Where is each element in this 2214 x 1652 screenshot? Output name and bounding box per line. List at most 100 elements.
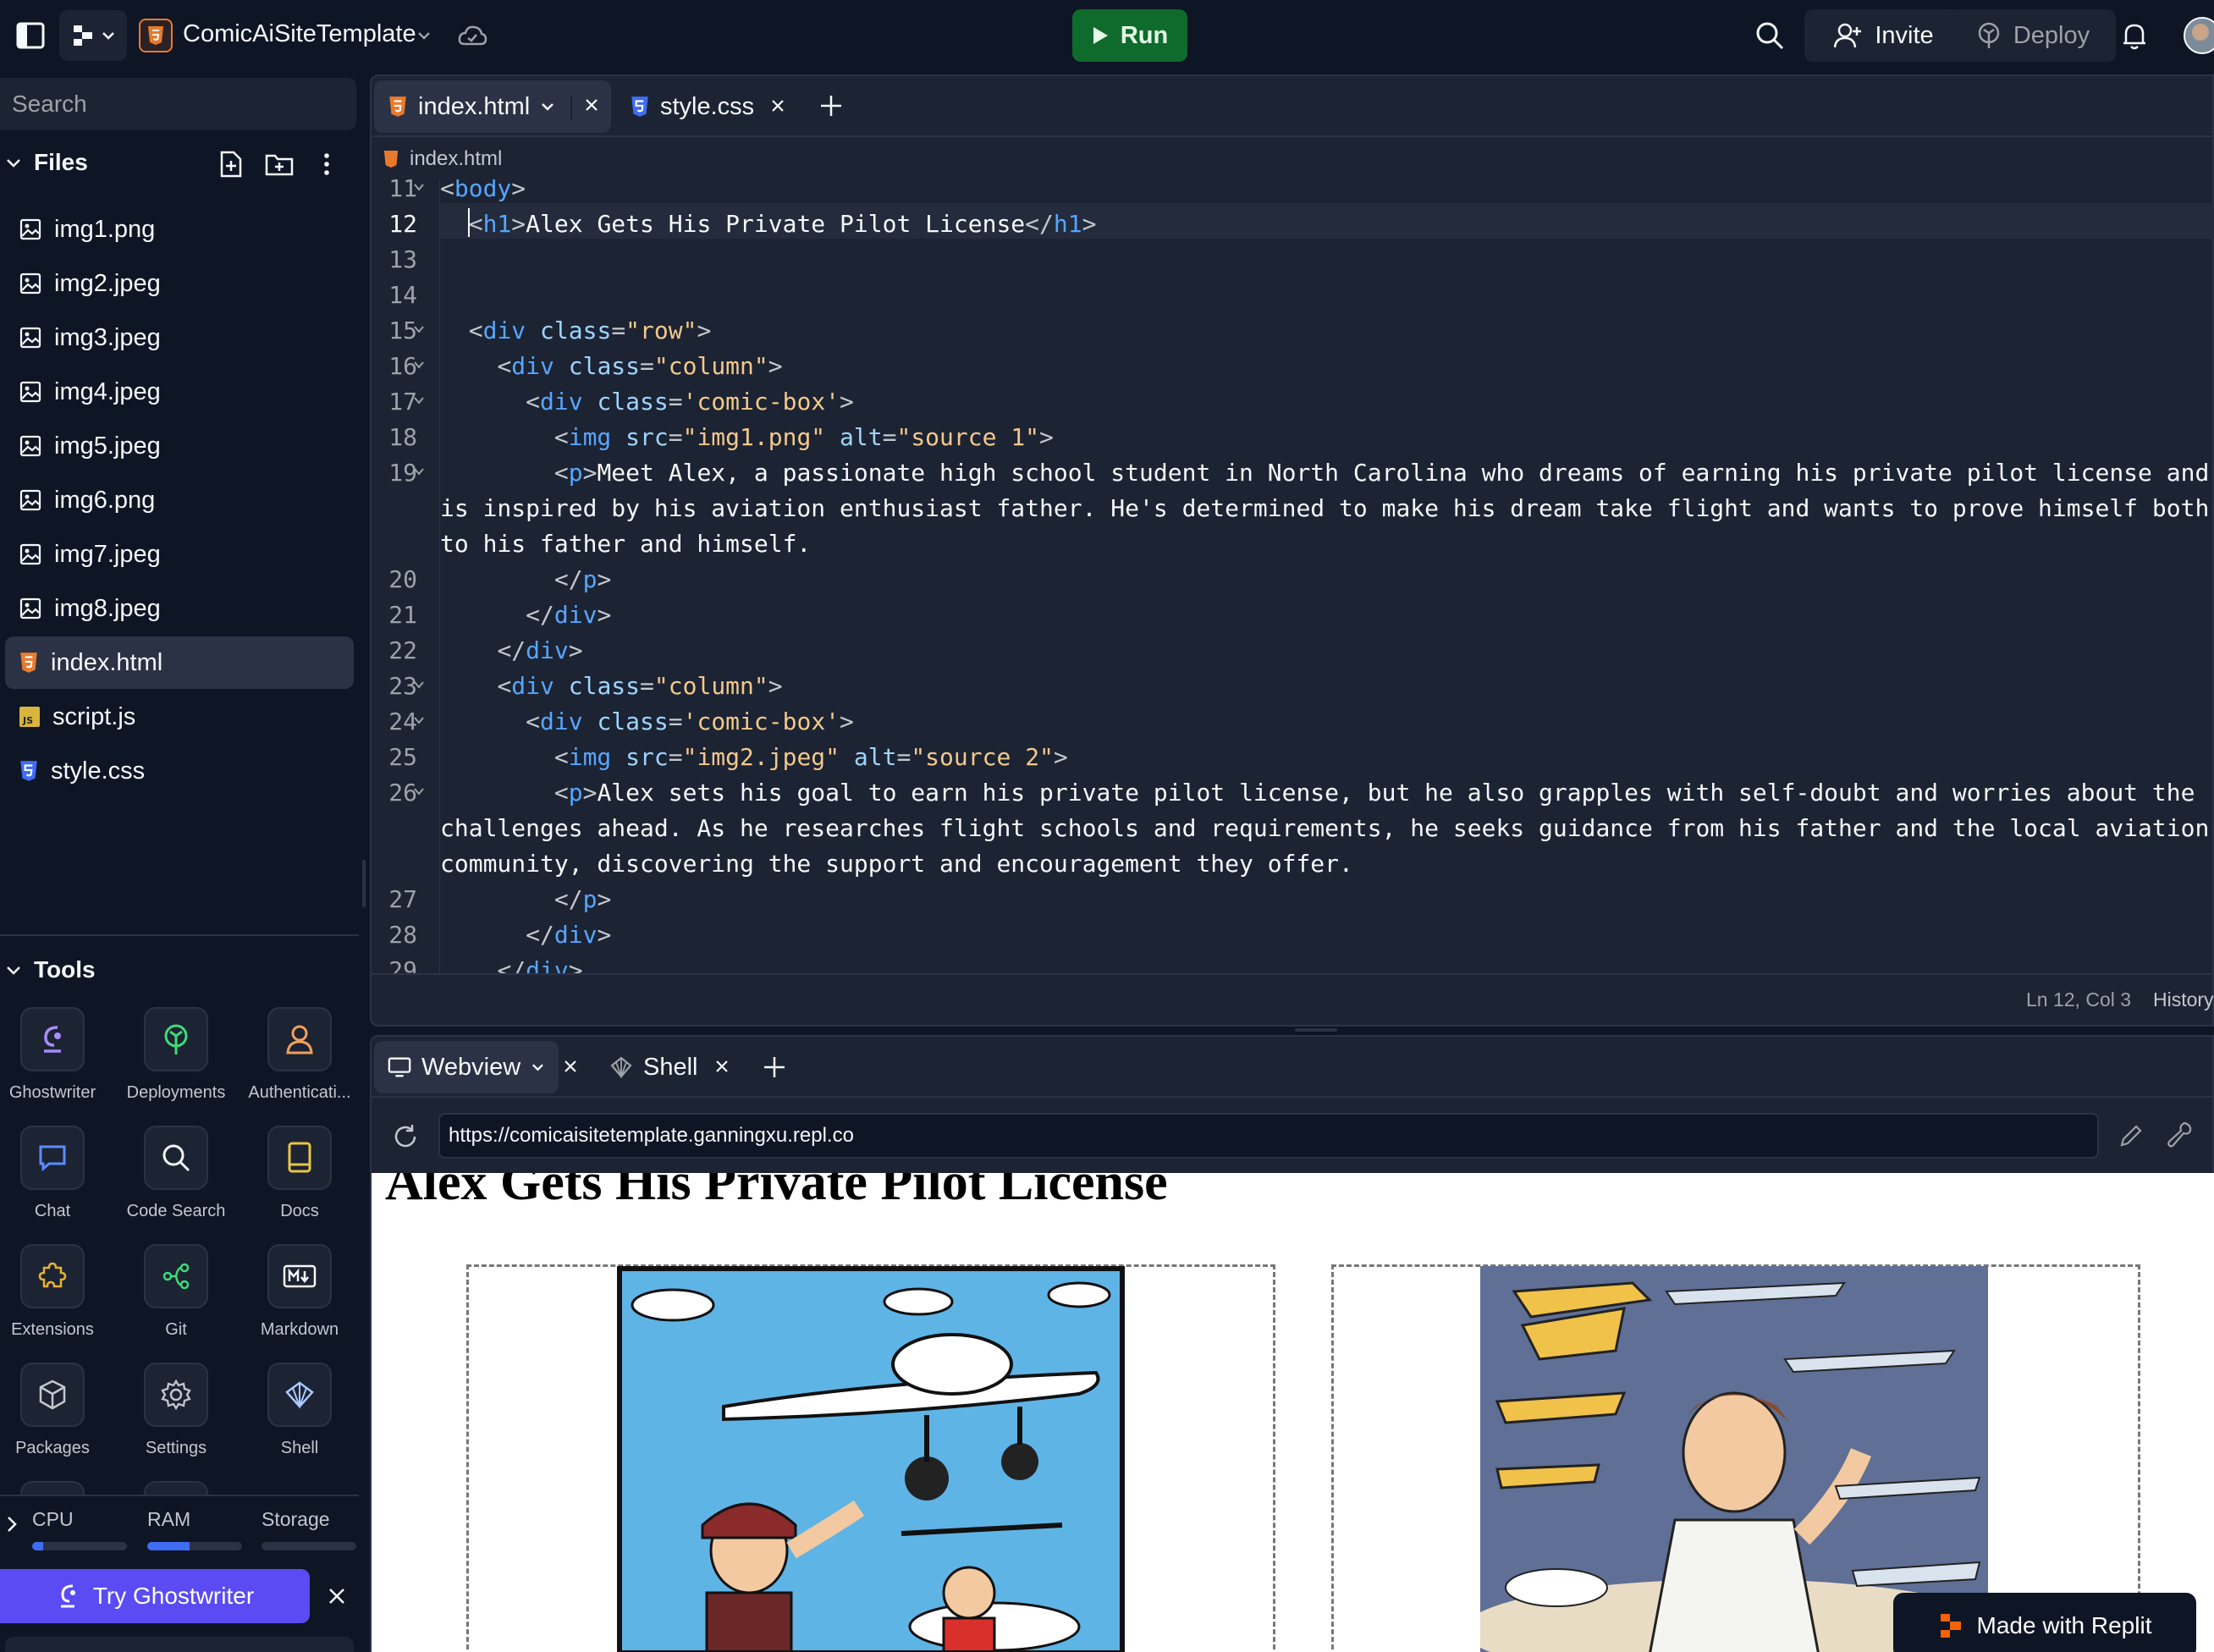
new-file-icon[interactable] (218, 151, 244, 178)
webview-page[interactable]: Alex Gets His Private Pilot License Made… (372, 1173, 2214, 1652)
storage-label: Storage (262, 1508, 330, 1530)
code-line: <div class="column"> (497, 672, 783, 700)
close-icon[interactable] (327, 1586, 347, 1606)
user-icon (267, 1007, 332, 1071)
tool-settings[interactable]: Settings (117, 1363, 235, 1458)
code-line: </p> (554, 565, 612, 593)
monitor-icon (388, 1057, 411, 1077)
tab-shell[interactable]: Shell (596, 1041, 712, 1093)
tool-git[interactable]: Git (117, 1244, 235, 1340)
file-item[interactable]: img4.jpeg (5, 366, 354, 418)
cloud-sync-icon[interactable] (457, 22, 487, 49)
tab-shell-close-icon[interactable] (713, 1057, 731, 1076)
file-item[interactable]: img5.jpeg (5, 420, 354, 472)
code-line: </p> (554, 885, 612, 913)
text-cursor (468, 208, 470, 237)
file-item[interactable]: img3.jpeg (5, 311, 354, 364)
tool-deployments[interactable]: Deployments (117, 1007, 235, 1103)
tool-shell[interactable]: Shell (240, 1363, 359, 1458)
tab-style-close-icon[interactable] (768, 96, 787, 115)
new-panel-tab-plus-icon[interactable] (762, 1055, 787, 1080)
tool-markdown[interactable]: Markdown (240, 1244, 359, 1340)
code-line: challenges ahead. As he researches fligh… (440, 814, 2210, 842)
history-button[interactable]: History (2153, 988, 2214, 1011)
search-input[interactable]: Search (0, 78, 356, 130)
bell-icon[interactable] (2121, 20, 2148, 51)
tool-authenticati[interactable]: Authenticati... (240, 1007, 359, 1103)
tool-chat[interactable]: Chat (0, 1126, 112, 1221)
fold-chevron-icon[interactable] (413, 465, 425, 477)
tool-ghostwriter[interactable]: Ghostwriter (0, 1007, 112, 1103)
new-folder-icon[interactable] (265, 152, 294, 176)
svg-text:JS: JS (22, 715, 33, 726)
image-file-icon (19, 597, 42, 620)
deploy-button[interactable]: Deploy (1950, 9, 2116, 62)
try-ghostwriter-button[interactable]: Try Ghostwriter (0, 1569, 310, 1623)
tools-section-header[interactable]: Tools (5, 956, 96, 983)
chevron-down-icon[interactable] (531, 1060, 545, 1075)
pane-resize-handle[interactable] (1295, 1028, 1337, 1032)
fold-chevron-icon[interactable] (413, 679, 425, 691)
file-name: index.html (51, 648, 163, 676)
file-name: script.js (52, 702, 136, 730)
tab-index-close-icon[interactable] (570, 96, 609, 121)
tab-webview-close-icon[interactable] (561, 1057, 580, 1076)
badge-label: Made with Replit (1976, 1612, 2152, 1638)
image-file-icon (19, 488, 42, 512)
tab-webview[interactable]: Webview (374, 1041, 559, 1093)
markdown-icon (267, 1244, 332, 1308)
more-options-icon[interactable] (322, 152, 331, 176)
file-item[interactable]: JS script.js (5, 691, 354, 743)
file-item[interactable]: img7.jpeg (5, 528, 354, 581)
cursor-position[interactable]: Ln 12, Col 3 (2026, 988, 2131, 1011)
run-button[interactable]: Run (1072, 9, 1187, 62)
fold-chevron-icon[interactable] (413, 181, 425, 193)
files-section-header[interactable]: Files (5, 149, 88, 176)
resources-toggle-icon[interactable] (5, 1515, 19, 1534)
tool-extensions[interactable]: Extensions (0, 1244, 112, 1340)
tool-label: Docs (280, 1202, 319, 1220)
tool-label: Markdown (260, 1320, 339, 1339)
file-item[interactable]: index.html (5, 636, 354, 689)
file-item[interactable]: img1.png (5, 203, 354, 256)
cpu-usage-bar (32, 1542, 127, 1550)
workspace-menu-button[interactable] (59, 10, 127, 61)
puzzle-icon (20, 1244, 85, 1308)
new-tab-plus-icon[interactable] (818, 93, 844, 118)
devtools-wrench-icon[interactable] (2167, 1121, 2194, 1149)
project-chevron-down-icon[interactable] (416, 28, 432, 43)
sidebar-resize-handle[interactable] (362, 860, 366, 907)
code-area[interactable]: 11 <body> 12 <h1>Alex Gets His Private Pil… (372, 179, 2214, 973)
code-line: <div class='comic-box'> (526, 708, 854, 735)
fold-chevron-icon[interactable] (413, 359, 425, 371)
tool-code-search[interactable]: Code Search (117, 1126, 235, 1221)
shell-icon (267, 1363, 332, 1427)
file-item[interactable]: style.css (5, 745, 354, 797)
made-with-replit-badge[interactable]: Made with Replit (1893, 1593, 2196, 1652)
file-item[interactable]: img8.jpeg (5, 582, 354, 635)
fold-chevron-icon[interactable] (413, 785, 425, 797)
invite-button[interactable]: Invite (1804, 9, 1963, 62)
reload-icon[interactable] (391, 1122, 420, 1151)
files-label: Files (34, 149, 88, 175)
tab-style-css[interactable]: style.css (616, 80, 768, 133)
fold-chevron-icon[interactable] (413, 323, 425, 335)
tool-label: Extensions (11, 1320, 94, 1339)
fold-chevron-icon[interactable] (413, 714, 425, 726)
tool-overflow-stub (20, 1481, 85, 1495)
url-bar[interactable]: https://comicaisitetemplate.ganningxu.re… (438, 1113, 2099, 1159)
breadcrumb[interactable]: index.html (383, 147, 502, 171)
tool-docs[interactable]: Docs (240, 1126, 359, 1221)
pencil-icon[interactable] (2118, 1122, 2145, 1149)
tool-packages[interactable]: Packages (0, 1363, 112, 1458)
search-icon[interactable] (1754, 20, 1785, 51)
line-number: 14 (388, 281, 417, 309)
chevron-down-icon[interactable] (540, 99, 555, 114)
project-name[interactable]: ComicAiSiteTemplate (183, 20, 416, 48)
fold-chevron-icon[interactable] (413, 394, 425, 406)
avatar[interactable] (2184, 17, 2214, 54)
file-item[interactable]: img2.jpeg (5, 257, 354, 310)
image-file-icon (19, 272, 42, 295)
file-item[interactable]: img6.png (5, 474, 354, 526)
sidebar-toggle-icon[interactable] (15, 20, 46, 51)
